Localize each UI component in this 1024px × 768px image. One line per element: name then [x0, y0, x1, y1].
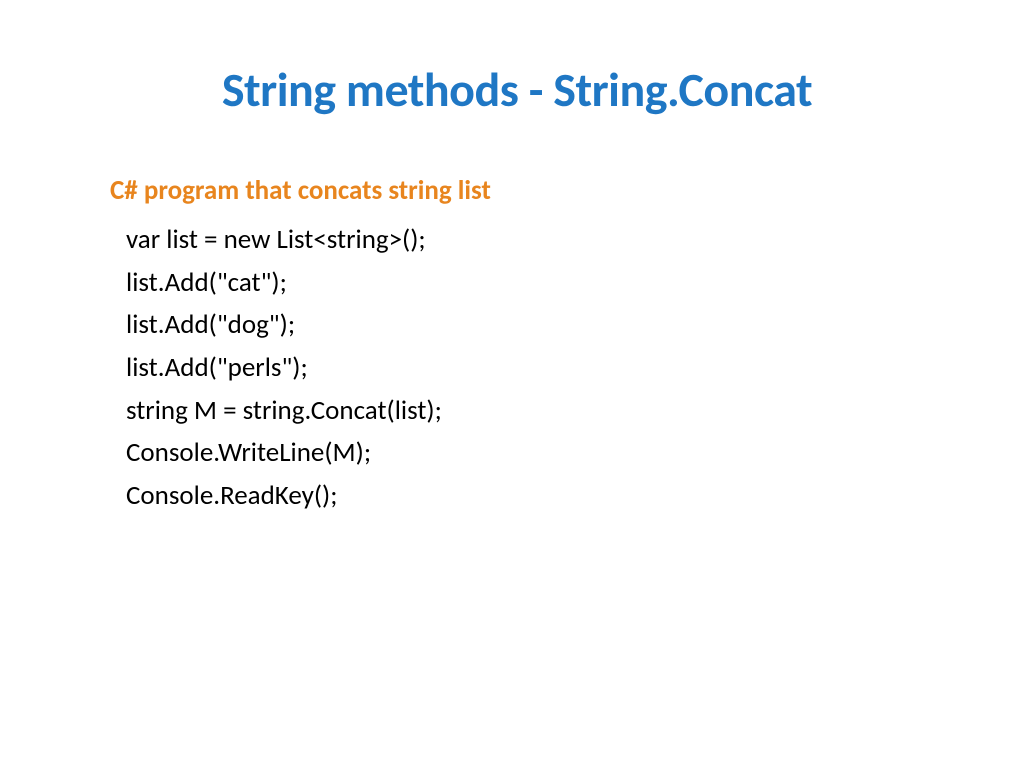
code-line: var list = new List<string>(); [110, 219, 934, 262]
code-line: list.Add("perls"); [110, 347, 934, 390]
code-line: list.Add("dog"); [110, 304, 934, 347]
slide-title: String methods - String.Concat [100, 60, 934, 119]
code-line: Console.WriteLine(M); [110, 432, 934, 475]
code-line: string M = string.Concat(list); [110, 390, 934, 433]
code-line: Console.ReadKey(); [110, 475, 934, 518]
code-line: list.Add("cat"); [110, 262, 934, 305]
slide-content: C# program that concats string list var … [100, 174, 934, 518]
section-subtitle: C# program that concats string list [110, 174, 934, 207]
